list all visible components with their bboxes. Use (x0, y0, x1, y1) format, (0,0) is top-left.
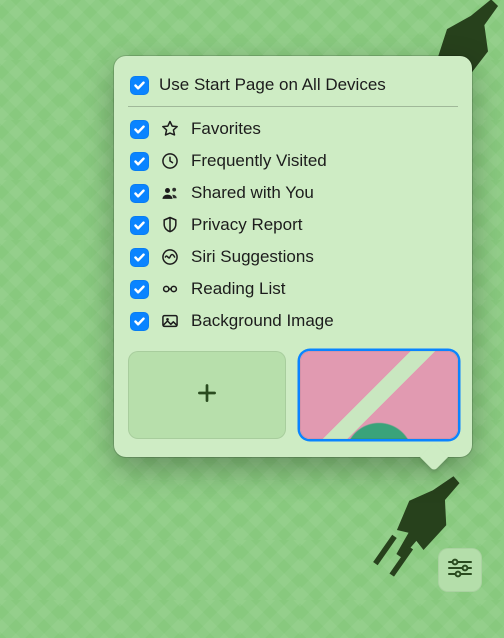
add-background-tile[interactable] (128, 351, 286, 439)
option-label: Shared with You (191, 183, 456, 203)
option-reading-list[interactable]: Reading List (128, 273, 458, 305)
option-background-image[interactable]: Background Image (128, 305, 458, 337)
plus-icon (194, 380, 220, 411)
checkbox-checked-icon[interactable] (130, 248, 149, 267)
checkbox-checked-icon[interactable] (130, 152, 149, 171)
clock-icon (159, 150, 181, 172)
start-page-options-popover: Use Start Page on All Devices Favorites … (114, 56, 472, 457)
option-privacy-report[interactable]: Privacy Report (128, 209, 458, 241)
option-label: Favorites (191, 119, 456, 139)
star-icon (159, 118, 181, 140)
sliders-icon (447, 558, 473, 583)
option-siri-suggestions[interactable]: Siri Suggestions (128, 241, 458, 273)
image-icon (159, 310, 181, 332)
option-label: Siri Suggestions (191, 247, 456, 267)
people-icon (159, 182, 181, 204)
background-thumbnails-row (128, 351, 458, 439)
glasses-icon (159, 278, 181, 300)
background-thumbnail-selected[interactable] (300, 351, 458, 439)
customize-start-page-button[interactable] (438, 548, 482, 592)
option-label: Use Start Page on All Devices (159, 75, 456, 95)
divider (128, 106, 458, 107)
option-favorites[interactable]: Favorites (128, 113, 458, 145)
checkbox-checked-icon[interactable] (130, 280, 149, 299)
option-label: Privacy Report (191, 215, 456, 235)
option-label: Background Image (191, 311, 456, 331)
siri-icon (159, 246, 181, 268)
option-use-start-page-all-devices[interactable]: Use Start Page on All Devices (128, 70, 458, 100)
option-label: Reading List (191, 279, 456, 299)
checkbox-checked-icon[interactable] (130, 216, 149, 235)
option-shared-with-you[interactable]: Shared with You (128, 177, 458, 209)
checkbox-checked-icon[interactable] (130, 76, 149, 95)
option-label: Frequently Visited (191, 151, 456, 171)
option-frequently-visited[interactable]: Frequently Visited (128, 145, 458, 177)
shield-icon (159, 214, 181, 236)
checkbox-checked-icon[interactable] (130, 120, 149, 139)
checkbox-checked-icon[interactable] (130, 184, 149, 203)
checkbox-checked-icon[interactable] (130, 312, 149, 331)
